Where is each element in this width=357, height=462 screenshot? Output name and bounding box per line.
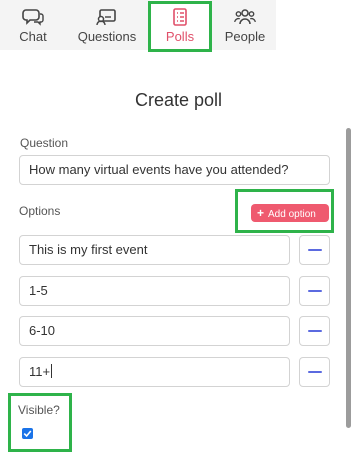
option-value: 6-10 (29, 323, 56, 338)
remove-option-button-2[interactable] (299, 276, 330, 306)
option-input-2[interactable]: 1-5 (19, 276, 290, 306)
polls-tab-highlight (148, 1, 212, 52)
chat-icon (22, 8, 44, 26)
tab-label: People (224, 29, 266, 44)
option-input-1[interactable]: This is my first event (19, 235, 290, 265)
scrollbar-thumb[interactable] (346, 128, 351, 428)
minus-icon (308, 249, 322, 251)
minus-icon (308, 371, 322, 373)
add-option-highlight (235, 189, 334, 233)
tab-label: Questions (77, 29, 137, 44)
tab-people[interactable]: People (216, 0, 274, 50)
tab-questions[interactable]: Questions (70, 0, 144, 50)
question-value: How many virtual events have you attende… (29, 162, 289, 177)
tab-label: Chat (19, 29, 47, 44)
option-value: 11+ (29, 364, 51, 379)
minus-icon (308, 290, 322, 292)
options-label: Options (19, 204, 61, 218)
option-value: 1-5 (29, 283, 48, 298)
remove-option-button-3[interactable] (299, 316, 330, 346)
option-input-4[interactable]: 11+ (19, 357, 290, 387)
minus-icon (308, 330, 322, 332)
people-icon (234, 8, 256, 26)
remove-option-button-1[interactable] (299, 235, 330, 265)
option-value: This is my first event (29, 242, 148, 257)
tab-bar: Chat Questions Polls People (0, 0, 276, 50)
remove-option-button-4[interactable] (299, 357, 330, 387)
text-cursor (51, 364, 53, 378)
question-input[interactable]: How many virtual events have you attende… (19, 155, 330, 185)
questions-icon (96, 8, 118, 26)
option-input-3[interactable]: 6-10 (19, 316, 290, 346)
visible-highlight (8, 393, 72, 452)
question-label: Question (20, 136, 69, 150)
page-title: Create poll (134, 90, 223, 110)
tab-chat[interactable]: Chat (9, 0, 57, 50)
